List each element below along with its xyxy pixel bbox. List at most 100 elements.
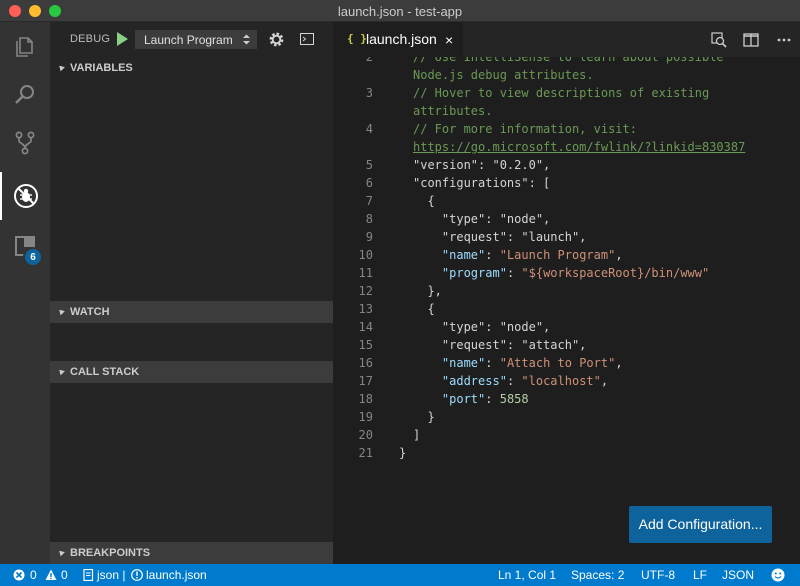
line-number: 14 [358, 320, 373, 334]
line-number: 20 [358, 428, 373, 442]
code-token: , [600, 374, 609, 388]
activity-extensions[interactable]: 6 [0, 222, 50, 270]
breadcrumb-file[interactable]: launch.json [146, 568, 207, 582]
search-icon [15, 85, 34, 104]
code-text: { [413, 302, 435, 316]
feedback-smiley-icon[interactable] [771, 568, 785, 582]
activity-source-control[interactable] [0, 119, 50, 167]
code-line: 10 "name": "Launch Program", [333, 248, 800, 266]
code-line: 12 }, [333, 284, 800, 302]
code-text: "request": "launch", [413, 230, 587, 244]
code-line: 13 { [333, 302, 800, 320]
tab-launch-json[interactable]: { } launch.json × [333, 22, 463, 57]
encoding[interactable]: UTF-8 [641, 568, 675, 582]
collapse-triangle-icon [57, 548, 65, 557]
code-text: // Use IntelliSense to learn about possi… [413, 57, 724, 64]
code-text: "version": "0.2.0", [413, 158, 550, 172]
code-line: 21} [333, 446, 800, 464]
line-number: 8 [365, 212, 373, 226]
line-number: 15 [358, 338, 373, 352]
warnings-count[interactable]: 0 [61, 568, 68, 582]
gear-icon[interactable] [268, 31, 285, 48]
debug-console-icon[interactable] [300, 33, 314, 45]
tab-label: launch.json [366, 31, 437, 47]
code-token: { [413, 302, 435, 316]
chevron-updown-icon [243, 34, 250, 45]
code-line: 7 { [333, 194, 800, 212]
watch-section-header[interactable]: WATCH [50, 301, 333, 323]
code-token: ] [413, 428, 421, 442]
code-token: "address" [441, 374, 507, 388]
breakpoints-section-header[interactable]: BREAKPOINTS [50, 542, 333, 564]
activity-bar: 6 [0, 22, 50, 564]
activity-search[interactable] [0, 71, 50, 119]
close-icon[interactable]: × [445, 32, 453, 48]
open-changes-icon[interactable] [711, 32, 727, 48]
code-line: 11 "program": "${workspaceRoot}/bin/www" [333, 266, 800, 284]
add-configuration-button[interactable]: Add Configuration... [629, 506, 772, 543]
code-text: "name": "Launch Program", [413, 248, 623, 262]
extensions-badge: 6 [25, 249, 41, 265]
code-token: : [506, 266, 522, 280]
errors-count[interactable]: 0 [30, 568, 37, 582]
split-editor-icon[interactable] [743, 32, 759, 48]
activity-explorer[interactable] [0, 23, 50, 71]
line-number: 7 [365, 194, 373, 208]
code-text: https://go.microsoft.com/fwlink/?linkid=… [413, 140, 745, 154]
line-number: 2 [365, 57, 373, 64]
code-token[interactable]: https://go.microsoft.com/fwlink/?linkid=… [413, 140, 745, 154]
code-token: "program" [441, 266, 507, 280]
variables-section-header[interactable]: VARIABLES [50, 57, 333, 79]
source-control-icon [15, 131, 35, 155]
code-token: , [615, 356, 623, 370]
line-number: 18 [358, 392, 373, 406]
code-line: 16 "name": "Attach to Port", [333, 356, 800, 374]
code-token: attributes. [413, 104, 493, 118]
watch-section-title: WATCH [70, 306, 110, 318]
code-line: 19 } [333, 410, 800, 428]
cursor-position[interactable]: Ln 1, Col 1 [498, 568, 556, 582]
code-token: // Use IntelliSense to learn about possi… [413, 57, 724, 64]
title-bar: launch.json - test-app [0, 0, 800, 22]
code-line: Node.js debug attributes. [333, 68, 800, 86]
code-token: // For more information, visit: [413, 122, 637, 136]
activity-debug[interactable] [0, 172, 50, 220]
collapse-triangle-icon [57, 307, 65, 316]
code-line: 14 "type": "node", [333, 320, 800, 338]
breadcrumb-json[interactable]: json | [97, 568, 125, 582]
code-token: "${workspaceRoot}/bin/www" [521, 266, 710, 280]
code-token: : [506, 374, 522, 388]
indentation[interactable]: Spaces: 2 [571, 568, 624, 582]
code-text: } [413, 410, 435, 424]
code-text: "address": "localhost", [413, 374, 608, 388]
line-number: 16 [358, 356, 373, 370]
code-text: "program": "${workspaceRoot}/bin/www" [413, 266, 709, 280]
collapse-triangle-icon [57, 63, 65, 72]
line-number: 17 [358, 374, 373, 388]
info-icon [131, 569, 143, 581]
code-token: "name" [441, 356, 486, 370]
code-token: , [615, 248, 623, 262]
line-number: 9 [365, 230, 373, 244]
start-debugging-icon[interactable] [114, 31, 130, 47]
line-number: 21 [358, 446, 373, 460]
error-icon [13, 569, 25, 581]
line-number: 5 [365, 158, 373, 172]
code-editor[interactable]: 2 // Use IntelliSense to learn about poss… [333, 57, 800, 564]
code-line: 6 "configurations": [ [333, 176, 800, 194]
line-number: 11 [358, 266, 373, 280]
code-token: "Attach to Port" [499, 356, 616, 370]
language-mode[interactable]: JSON [722, 568, 754, 582]
line-number: 12 [358, 284, 373, 298]
code-line: 8 "type": "node", [333, 212, 800, 230]
launch-configuration-select[interactable]: Launch Program [135, 30, 257, 49]
code-token: "type": "node", [413, 212, 551, 226]
call-stack-section-header[interactable]: CALL STACK [50, 361, 333, 383]
code-token: } [413, 410, 435, 424]
more-actions-icon[interactable] [776, 32, 792, 48]
line-number: 4 [365, 122, 373, 136]
end-of-line[interactable]: LF [693, 568, 707, 582]
code-line: https://go.microsoft.com/fwlink/?linkid=… [333, 140, 800, 158]
